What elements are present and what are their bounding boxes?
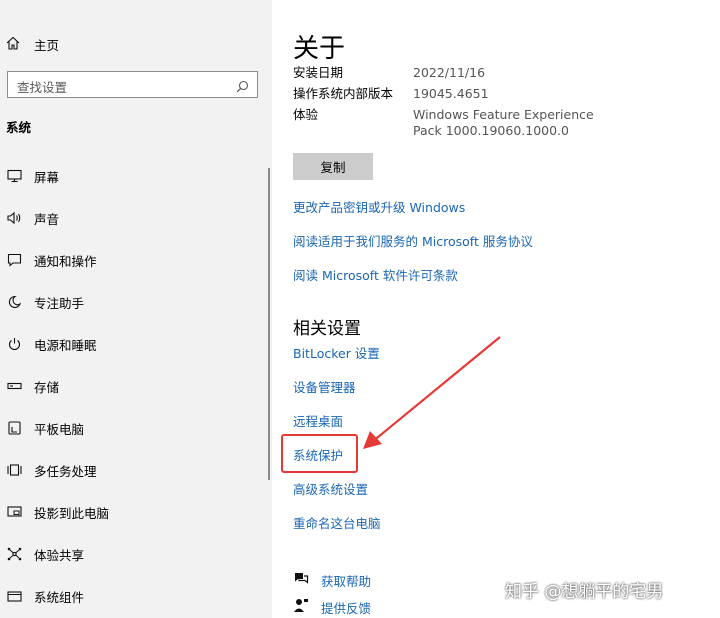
sidebar-scrollbar[interactable] bbox=[268, 168, 270, 480]
sidebar-item-system-components[interactable]: 系统组件 bbox=[0, 575, 268, 617]
sidebar-item-label: 声音 bbox=[34, 211, 60, 227]
sidebar-item-notifications[interactable]: 通知和操作 bbox=[0, 239, 268, 281]
sidebar-item-multitasking[interactable]: 多任务处理 bbox=[0, 449, 268, 491]
sidebar-item-label: 存储 bbox=[34, 379, 60, 395]
home-label: 主页 bbox=[34, 37, 60, 53]
multitask-icon bbox=[6, 462, 22, 478]
info-key: 体验 bbox=[293, 107, 319, 122]
services-agreement-link[interactable]: 阅读适用于我们服务的 Microsoft 服务协议 bbox=[293, 231, 533, 250]
sidebar-item-label: 多任务处理 bbox=[34, 463, 97, 479]
project-icon bbox=[6, 504, 22, 520]
sidebar-nav: 屏幕 声音 通知和操作 专注助手 电源和睡眠 存储 平板电脑 多任务处理 投影到… bbox=[0, 155, 268, 617]
page-title: 关于 bbox=[293, 34, 346, 64]
sidebar-item-power[interactable]: 电源和睡眠 bbox=[0, 323, 268, 365]
sidebar-item-focus-assist[interactable]: 专注助手 bbox=[0, 281, 268, 323]
feedback-label: 提供反馈 bbox=[321, 601, 372, 616]
sidebar-item-label: 屏幕 bbox=[34, 169, 60, 185]
sidebar-item-label: 专注助手 bbox=[34, 295, 85, 311]
main-content: 关于 安装日期 2022/11/16 操作系统内部版本 19045.4651 体… bbox=[293, 0, 713, 618]
sidebar-item-label: 通知和操作 bbox=[34, 253, 97, 269]
info-value: Windows Feature Experience Pack 1000.190… bbox=[413, 107, 594, 138]
change-product-key-link[interactable]: 更改产品密钥或升级 Windows bbox=[293, 197, 465, 216]
search-input[interactable]: 查找设置 bbox=[17, 77, 67, 96]
feedback-icon bbox=[293, 598, 309, 617]
sidebar-section-title: 系统 bbox=[6, 120, 32, 135]
system-info: 安装日期 2022/11/16 操作系统内部版本 19045.4651 体验 W… bbox=[293, 62, 693, 139]
watermark: 知乎 @想躺平的宅男 bbox=[505, 582, 664, 602]
info-value: 2022/11/16 bbox=[413, 65, 486, 80]
power-icon bbox=[6, 336, 22, 352]
tablet-icon bbox=[6, 420, 22, 436]
info-row-experience: 体验 Windows Feature Experience Pack 1000.… bbox=[293, 104, 693, 139]
sidebar-item-storage[interactable]: 存储 bbox=[0, 365, 268, 407]
components-icon bbox=[6, 588, 22, 604]
search-icon[interactable] bbox=[236, 78, 249, 97]
monitor-icon bbox=[6, 168, 22, 184]
sidebar-item-display[interactable]: 屏幕 bbox=[0, 155, 268, 197]
info-key: 安装日期 bbox=[293, 65, 344, 80]
device-manager-link[interactable]: 设备管理器 bbox=[293, 377, 356, 396]
share-icon bbox=[6, 546, 22, 562]
notification-icon bbox=[6, 252, 22, 268]
highlight-box bbox=[281, 434, 358, 473]
give-feedback-link[interactable]: 提供反馈 bbox=[293, 598, 371, 617]
info-row-os-build: 操作系统内部版本 19045.4651 bbox=[293, 83, 693, 104]
rename-pc-link[interactable]: 重命名这台电脑 bbox=[293, 513, 381, 532]
sidebar-item-label: 系统组件 bbox=[34, 589, 85, 605]
sidebar-item-label: 平板电脑 bbox=[34, 421, 85, 437]
speaker-icon bbox=[6, 210, 22, 226]
help-label: 获取帮助 bbox=[321, 574, 372, 589]
sidebar-item-sound[interactable]: 声音 bbox=[0, 197, 268, 239]
remote-desktop-link[interactable]: 远程桌面 bbox=[293, 411, 343, 430]
sidebar-item-label: 投影到此电脑 bbox=[34, 505, 110, 521]
license-terms-link[interactable]: 阅读 Microsoft 软件许可条款 bbox=[293, 265, 458, 284]
storage-icon bbox=[6, 378, 22, 394]
moon-icon bbox=[6, 294, 22, 310]
info-value: 19045.4651 bbox=[413, 86, 489, 101]
search-box[interactable]: 查找设置 bbox=[7, 71, 258, 98]
sidebar: 主页 查找设置 系统 屏幕 声音 通知和操作 专注助手 电源和睡眠 存储 平板电… bbox=[0, 0, 272, 618]
get-help-link[interactable]: 获取帮助 bbox=[293, 571, 371, 590]
home-nav-item[interactable]: 主页 bbox=[6, 34, 59, 54]
advanced-system-settings-link[interactable]: 高级系统设置 bbox=[293, 479, 368, 498]
home-icon bbox=[6, 35, 20, 54]
info-key: 操作系统内部版本 bbox=[293, 86, 394, 101]
sidebar-item-label: 电源和睡眠 bbox=[34, 337, 97, 353]
sidebar-item-projecting[interactable]: 投影到此电脑 bbox=[0, 491, 268, 533]
sidebar-item-shared-experiences[interactable]: 体验共享 bbox=[0, 533, 268, 575]
copy-button[interactable]: 复制 bbox=[293, 153, 373, 180]
help-icon bbox=[293, 571, 309, 590]
sidebar-item-tablet[interactable]: 平板电脑 bbox=[0, 407, 268, 449]
info-row-install-date: 安装日期 2022/11/16 bbox=[293, 62, 693, 83]
annotation-arrow bbox=[363, 336, 501, 449]
sidebar-item-label: 体验共享 bbox=[34, 547, 85, 563]
related-settings-title: 相关设置 bbox=[293, 319, 361, 339]
